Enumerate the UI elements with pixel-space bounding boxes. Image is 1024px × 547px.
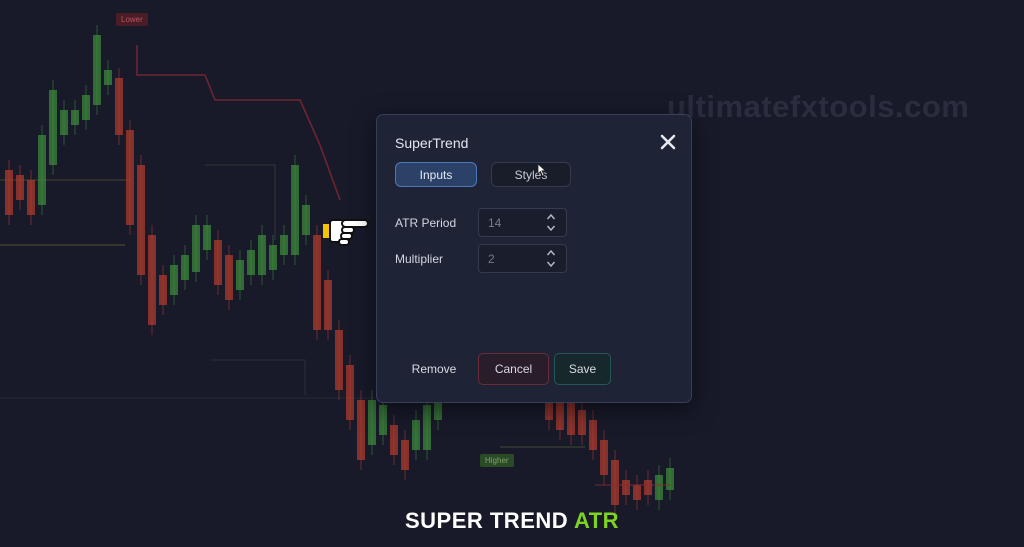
candle-body — [291, 165, 299, 255]
candle-body — [170, 265, 178, 295]
candle-body — [622, 480, 630, 495]
atr-period-stepper — [545, 212, 557, 234]
candle-body — [27, 180, 35, 215]
chevron-down-icon[interactable] — [545, 259, 557, 269]
candle-body — [556, 400, 564, 430]
candle-body — [357, 400, 365, 460]
candle-body — [93, 35, 101, 105]
candle-body — [115, 78, 123, 135]
multiplier-input[interactable]: 2 — [478, 244, 567, 273]
atr-period-value: 14 — [488, 216, 502, 230]
candle-body — [159, 275, 167, 305]
candle-body — [225, 255, 233, 300]
dialog-title: SuperTrend — [395, 135, 469, 151]
candle-body — [38, 135, 46, 205]
candle-body — [16, 175, 24, 200]
candle-body — [644, 480, 652, 495]
candle-body — [269, 245, 277, 270]
candle-body — [181, 255, 189, 280]
video-frame: Lower Higher ultimatefxtools.com SuperTr… — [0, 0, 1024, 547]
candle-body — [655, 475, 663, 500]
candle-body — [82, 95, 90, 120]
candle-body — [258, 235, 266, 275]
mouse-cursor-icon — [537, 163, 547, 177]
candle-body — [324, 280, 332, 330]
supertrend-line — [136, 45, 341, 201]
save-button[interactable]: Save — [554, 353, 611, 385]
candle-body — [148, 235, 156, 325]
candle-body — [247, 250, 255, 275]
chevron-down-icon[interactable] — [545, 223, 557, 233]
candle-body — [368, 400, 376, 445]
candle-body — [302, 205, 310, 235]
close-button[interactable] — [659, 133, 677, 151]
atr-period-label: ATR Period — [395, 216, 457, 230]
candle-body — [412, 420, 420, 450]
candle-body — [126, 130, 134, 225]
candle-body — [203, 225, 211, 250]
cancel-button[interactable]: Cancel — [478, 353, 549, 385]
candle-body — [280, 235, 288, 255]
candle-body — [578, 410, 586, 435]
candle-body — [192, 225, 200, 272]
watermark: ultimatefxtools.com — [667, 89, 970, 124]
chevron-up-icon[interactable] — [545, 212, 557, 222]
candle-body — [600, 440, 608, 475]
tab-inputs[interactable]: Inputs — [395, 162, 477, 187]
candle-body — [214, 240, 222, 285]
multiplier-stepper — [545, 248, 557, 270]
candle-body — [104, 70, 112, 85]
candle-body — [589, 420, 597, 450]
candle-body — [390, 425, 398, 455]
candle-body — [60, 110, 68, 135]
candle-body — [49, 90, 57, 165]
close-icon — [660, 134, 676, 150]
candle-body — [236, 260, 244, 290]
remove-button[interactable]: Remove — [397, 353, 471, 385]
chevron-up-icon[interactable] — [545, 248, 557, 258]
candle-body — [633, 485, 641, 500]
tab-styles[interactable]: Styles — [491, 162, 571, 187]
higher-label: Higher — [480, 454, 514, 467]
multiplier-value: 2 — [488, 252, 495, 266]
candle-body — [313, 235, 321, 330]
candle-body — [335, 330, 343, 390]
multiplier-label: Multiplier — [395, 252, 444, 266]
candle-body — [611, 460, 619, 505]
level-line — [205, 164, 276, 240]
caption-text: SUPER TREND — [404, 508, 574, 533]
caption-accent-text: ATR — [573, 508, 620, 533]
supertrend-settings-dialog: SuperTrend Inputs Styles ATR Period 14 M… — [376, 114, 692, 403]
candle-body — [71, 110, 79, 125]
candle-body — [137, 165, 145, 275]
video-caption: SUPER TREND ATR — [0, 508, 1024, 534]
candle-body — [379, 405, 387, 435]
candle-body — [666, 468, 674, 490]
hand-pointer-icon — [323, 219, 369, 246]
candle-body — [346, 365, 354, 420]
candle-body — [5, 170, 13, 215]
candle-body — [423, 405, 431, 450]
candle-body — [401, 440, 409, 470]
level-line — [210, 359, 306, 395]
lower-label: Lower — [116, 13, 148, 26]
atr-period-input[interactable]: 14 — [478, 208, 567, 237]
